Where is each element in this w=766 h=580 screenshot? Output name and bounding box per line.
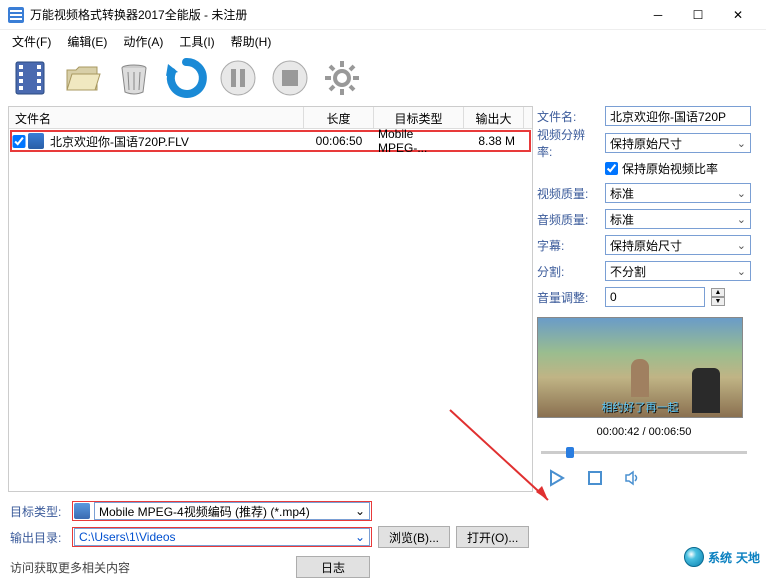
- subtitle-select[interactable]: 保持原始尺寸: [605, 235, 751, 255]
- open-folder-button[interactable]: [60, 56, 104, 100]
- resolution-select[interactable]: 保持原始尺寸: [605, 133, 751, 153]
- keep-ratio-label: 保持原始视频比率: [622, 160, 718, 177]
- minimize-button[interactable]: ─: [638, 1, 678, 29]
- filename-input[interactable]: 北京欢迎你-国语720P: [605, 106, 751, 126]
- log-button[interactable]: 日志: [296, 556, 370, 578]
- video-file-icon: [28, 133, 44, 149]
- resolution-label: 视频分辨率:: [537, 126, 599, 160]
- col-header-length[interactable]: 长度: [304, 107, 374, 128]
- maximize-button[interactable]: ☐: [678, 1, 718, 29]
- preview-stop-button[interactable]: [585, 468, 605, 488]
- keep-ratio-checkbox[interactable]: [605, 162, 618, 175]
- preview-caption: 相约好了再一起: [602, 399, 679, 415]
- col-header-name[interactable]: 文件名: [9, 107, 304, 128]
- menu-action[interactable]: 动作(A): [117, 32, 169, 51]
- convert-button[interactable]: [164, 56, 208, 100]
- volume-input[interactable]: [605, 287, 705, 307]
- row-checkbox[interactable]: [12, 135, 26, 148]
- open-button[interactable]: 打开(O)...: [456, 526, 529, 548]
- browse-button[interactable]: 浏览(B)...: [378, 526, 450, 548]
- menu-edit[interactable]: 编辑(E): [61, 32, 113, 51]
- target-type-label: 目标类型:: [10, 503, 66, 520]
- menu-file[interactable]: 文件(F): [6, 32, 57, 51]
- videoquality-label: 视频质量:: [537, 185, 599, 202]
- output-dir-label: 输出目录:: [10, 529, 66, 546]
- split-label: 分割:: [537, 263, 599, 280]
- preview-time: 00:00:42 / 00:06:50: [537, 424, 751, 440]
- subtitle-label: 字幕:: [537, 237, 599, 254]
- settings-button[interactable]: [320, 56, 364, 100]
- video-preview[interactable]: 相约好了再一起: [537, 317, 743, 418]
- menu-help[interactable]: 帮助(H): [225, 32, 278, 51]
- volume-label: 音量调整:: [537, 289, 599, 306]
- row-length: 00:06:50: [304, 132, 374, 150]
- split-select[interactable]: 不分割: [605, 261, 751, 281]
- row-size: 8.38 M: [464, 132, 519, 150]
- globe-icon: [684, 547, 704, 567]
- table-row[interactable]: 北京欢迎你-国语720P.FLV 00:06:50 Mobile MPEG-..…: [10, 130, 531, 152]
- seek-slider[interactable]: [537, 446, 751, 458]
- pause-button[interactable]: [216, 56, 260, 100]
- menu-tools[interactable]: 工具(I): [173, 32, 220, 51]
- add-file-button[interactable]: [8, 56, 52, 100]
- stop-button[interactable]: [268, 56, 312, 100]
- delete-button[interactable]: [112, 56, 156, 100]
- file-list: 文件名 长度 目标类型 输出大小 北京欢迎你-国语720P.FLV 00:06:…: [8, 106, 533, 492]
- app-icon: [8, 7, 24, 23]
- row-name: 北京欢迎你-国语720P.FLV: [46, 131, 304, 152]
- preview-volume-button[interactable]: [623, 468, 643, 488]
- audioquality-select[interactable]: 标准: [605, 209, 751, 229]
- target-type-select[interactable]: Mobile MPEG-4视频编码 (推荐) (*.mp4)⌄: [94, 502, 370, 520]
- watermark: 系统天地: [684, 547, 760, 567]
- output-dir-input[interactable]: C:\Users\1\Videos⌄: [74, 528, 370, 546]
- play-button[interactable]: [547, 468, 567, 488]
- col-header-size[interactable]: 输出大小: [464, 107, 524, 128]
- close-button[interactable]: ✕: [718, 1, 758, 29]
- volume-spinner[interactable]: ▲▼: [711, 288, 725, 306]
- format-icon: [74, 503, 90, 519]
- filename-label: 文件名:: [537, 108, 599, 125]
- videoquality-select[interactable]: 标准: [605, 183, 751, 203]
- window-title: 万能视频格式转换器2017全能版 - 未注册: [30, 6, 638, 23]
- row-format: Mobile MPEG-...: [374, 125, 464, 157]
- audioquality-label: 音频质量:: [537, 211, 599, 228]
